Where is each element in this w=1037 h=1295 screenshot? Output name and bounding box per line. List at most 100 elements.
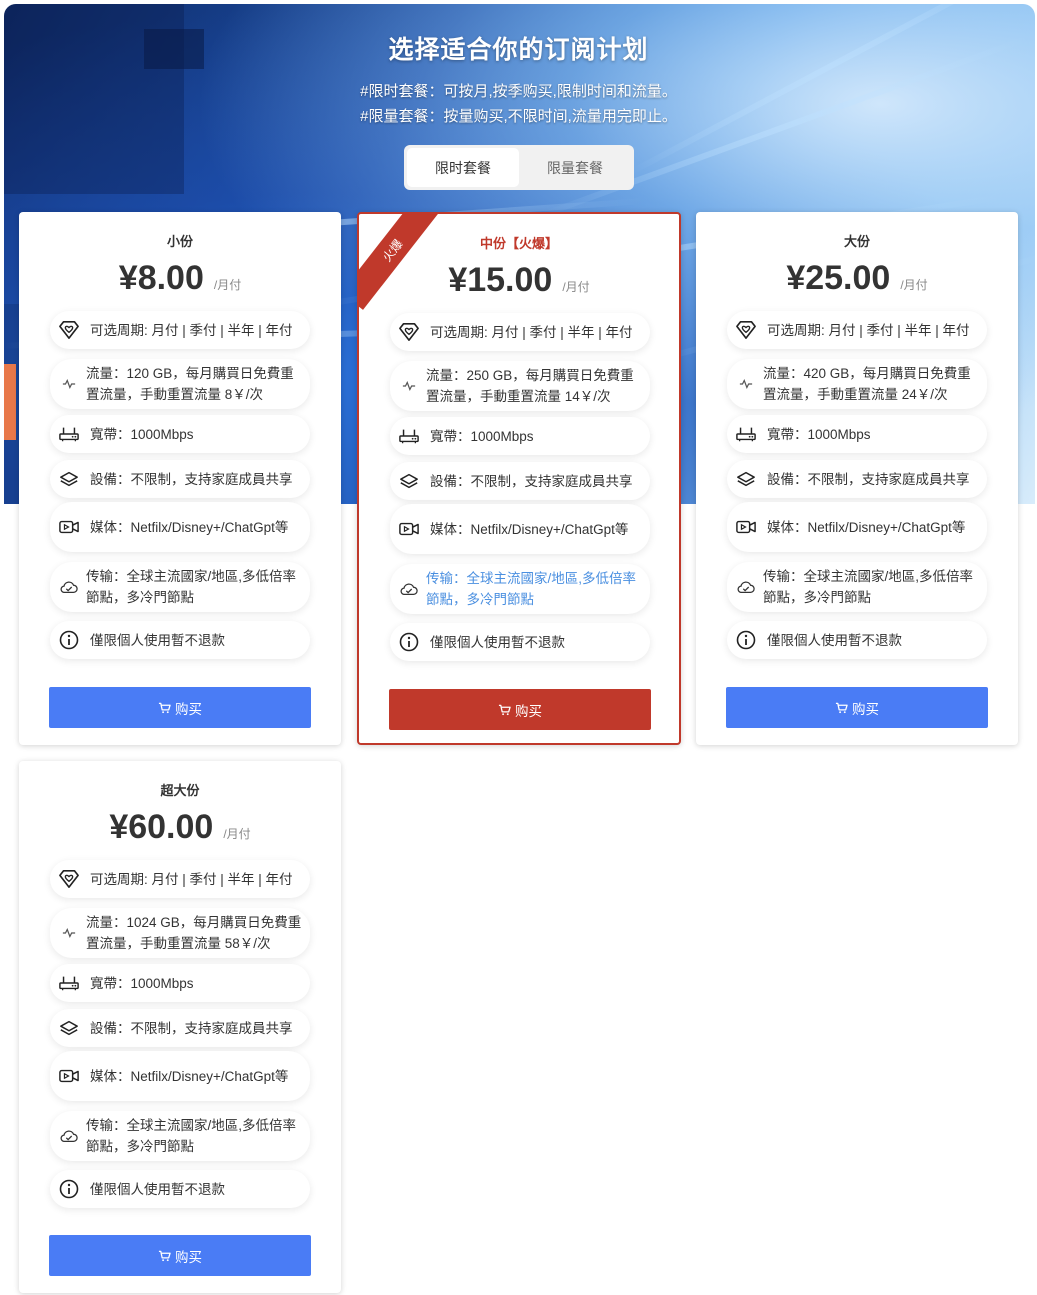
feature-item: 僅限個人使用暫不退款 — [50, 1170, 310, 1208]
feature-item: 流量：1024 GB，每月購買日免費重置流量，手動重置流量 58￥/次 — [50, 908, 310, 958]
feature-text: 媒体：Netfilx/Disney+/ChatGpt等 — [430, 521, 629, 537]
feature-text: 流量：1024 GB，每月購買日免費重置流量，手動重置流量 58￥/次 — [86, 915, 302, 951]
feature-text: 設備：不限制，支持家庭成員共享 — [767, 471, 970, 487]
feature-item: 媒体：Netfilx/Disney+/ChatGpt等 — [50, 1051, 310, 1101]
feature-item: 流量：120 GB，每月購買日免費重置流量，手動重置流量 8￥/次 — [50, 359, 310, 409]
buy-button-label: 购买 — [515, 703, 542, 719]
feature-text: 僅限個人使用暫不退款 — [430, 634, 565, 650]
feature-text: 媒体：Netfilx/Disney+/ChatGpt等 — [767, 519, 966, 535]
feature-item: 僅限個人使用暫不退款 — [390, 623, 650, 661]
feature-item: 設備：不限制，支持家庭成員共享 — [50, 1009, 310, 1047]
feature-text: 传输：全球主流國家/地區,多低倍率節點，多冷門節點 — [763, 569, 974, 605]
cart-icon — [835, 702, 848, 713]
feature-text: 僅限個人使用暫不退款 — [90, 632, 225, 648]
plan-desc-timed: #限时套餐：可按月,按季购买,限制时间和流量。 — [360, 83, 677, 100]
info-icon — [733, 627, 759, 653]
cart-icon — [498, 704, 511, 715]
feature-text: 設備：不限制，支持家庭成員共享 — [430, 473, 633, 489]
price-row: ¥15.00 /月付 — [359, 261, 679, 300]
cloud-check-icon — [56, 574, 82, 600]
page-title: 选择适合你的订阅计划 — [388, 36, 649, 64]
video-icon — [56, 514, 82, 540]
feature-item: 流量：420 GB，每月購買日免費重置流量，手動重置流量 24￥/次 — [727, 359, 987, 409]
feature-text: 传输：全球主流國家/地區,多低倍率節點，多冷門節點 — [86, 569, 297, 605]
feature-text: 传输：全球主流國家/地區,多低倍率節點，多冷門節點 — [86, 1118, 297, 1154]
feature-text: 流量：420 GB，每月購買日免費重置流量，手動重置流量 24￥/次 — [763, 366, 971, 402]
feature-item: 传输：全球主流國家/地區,多低倍率節點，多冷門節點 — [727, 562, 987, 612]
feature-text: 寬帶：1000Mbps — [767, 426, 871, 442]
billing-period: /月付 — [213, 278, 242, 292]
feature-item: 寬帶：1000Mbps — [50, 964, 310, 1002]
tab-quota[interactable]: 限量套餐 — [519, 148, 631, 187]
tab-timed[interactable]: 限时套餐 — [407, 148, 519, 187]
router-icon — [56, 970, 82, 996]
buy-button-label: 购买 — [175, 1249, 202, 1265]
cart-icon — [158, 702, 171, 713]
cloud-check-icon — [733, 574, 759, 600]
feature-text: 設備：不限制，支持家庭成員共享 — [90, 471, 293, 487]
feature-item: 設備：不限制，支持家庭成員共享 — [390, 462, 650, 500]
feature-item: 流量：250 GB，每月購買日免費重置流量，手動重置流量 14￥/次 — [390, 361, 650, 411]
cart-icon — [158, 1250, 171, 1261]
diamond-heart-icon — [733, 317, 759, 343]
buy-button[interactable]: 购买 — [389, 689, 651, 730]
feature-text: 媒体：Netfilx/Disney+/ChatGpt等 — [90, 1068, 289, 1084]
plan-desc-quota: #限量套餐：按量购买,不限时间,流量用完即止。 — [360, 108, 677, 125]
video-icon — [396, 516, 422, 542]
video-icon — [56, 1063, 82, 1089]
plan-card: 火爆 中份【火爆】 ¥15.00 /月付 可选周期: 月付 | 季付 | 半年 |… — [357, 212, 681, 745]
plan-card: 超大份 ¥60.00 /月付 可选周期: 月付 | 季付 | 半年 | 年付 流… — [19, 761, 341, 1293]
plan-price: ¥25.00 — [786, 259, 891, 297]
pulse-icon — [56, 371, 82, 397]
info-icon — [396, 629, 422, 655]
feature-item: 可选周期: 月付 | 季付 | 半年 | 年付 — [50, 311, 310, 349]
feature-item: 設備：不限制，支持家庭成員共享 — [727, 460, 987, 498]
price-row: ¥25.00 /月付 — [696, 259, 1018, 298]
feature-text[interactable]: 传输：全球主流國家/地區,多低倍率節點，多冷門節點 — [426, 568, 642, 610]
buy-button-label: 购买 — [852, 701, 879, 717]
info-icon — [56, 627, 82, 653]
price-row: ¥60.00 /月付 — [19, 808, 341, 847]
plan-name: 大份 — [843, 234, 870, 249]
layers-icon — [733, 466, 759, 492]
feature-text: 寬帶：1000Mbps — [90, 426, 194, 442]
feature-text: 可选周期: 月付 | 季付 | 半年 | 年付 — [767, 322, 970, 338]
diamond-heart-icon — [56, 866, 82, 892]
buy-button[interactable]: 购买 — [726, 687, 988, 728]
feature-text: 可选周期: 月付 | 季付 | 半年 | 年付 — [90, 871, 293, 887]
cloud-check-icon — [396, 576, 422, 602]
pulse-icon — [396, 373, 422, 399]
plan-card: 小份 ¥8.00 /月付 可选周期: 月付 | 季付 | 半年 | 年付 流量：… — [19, 212, 341, 745]
feature-item: 寬帶：1000Mbps — [50, 415, 310, 453]
diamond-heart-icon — [56, 317, 82, 343]
feature-item: 媒体：Netfilx/Disney+/ChatGpt等 — [727, 502, 987, 552]
billing-period: /月付 — [223, 827, 251, 841]
billing-period: /月付 — [900, 278, 928, 292]
buy-button[interactable]: 购买 — [49, 1235, 311, 1276]
decor-shape — [4, 364, 16, 440]
feature-item: 传输：全球主流國家/地區,多低倍率節點，多冷門節點 — [50, 562, 310, 612]
buy-button[interactable]: 购买 — [49, 687, 311, 728]
feature-item: 媒体：Netfilx/Disney+/ChatGpt等 — [50, 502, 310, 552]
layers-icon — [396, 468, 422, 494]
feature-text: 寬帶：1000Mbps — [90, 975, 194, 991]
layers-icon — [56, 466, 82, 492]
feature-text: 可选周期: 月付 | 季付 | 半年 | 年付 — [430, 324, 633, 340]
router-icon — [396, 423, 422, 449]
feature-text: 僅限個人使用暫不退款 — [90, 1181, 225, 1197]
feature-item: 僅限個人使用暫不退款 — [727, 621, 987, 659]
feature-item: 設備：不限制，支持家庭成員共享 — [50, 460, 310, 498]
billing-period: /月付 — [562, 280, 590, 294]
feature-text: 僅限個人使用暫不退款 — [767, 632, 902, 648]
feature-item: 媒体：Netfilx/Disney+/ChatGpt等 — [390, 504, 650, 554]
router-icon — [56, 421, 82, 447]
feature-text: 流量：250 GB，每月購買日免費重置流量，手動重置流量 14￥/次 — [426, 368, 634, 404]
video-icon — [733, 514, 759, 540]
plan-price: ¥8.00 — [118, 259, 204, 297]
plan-card: 大份 ¥25.00 /月付 可选周期: 月付 | 季付 | 半年 | 年付 流量… — [696, 212, 1018, 745]
feature-item: 可选周期: 月付 | 季付 | 半年 | 年付 — [50, 860, 310, 898]
cloud-check-icon — [56, 1123, 82, 1149]
plan-type-tabs: 限时套餐 限量套餐 — [404, 145, 634, 190]
plan-name: 超大份 — [160, 783, 200, 798]
feature-item: 寬帶：1000Mbps — [390, 417, 650, 455]
